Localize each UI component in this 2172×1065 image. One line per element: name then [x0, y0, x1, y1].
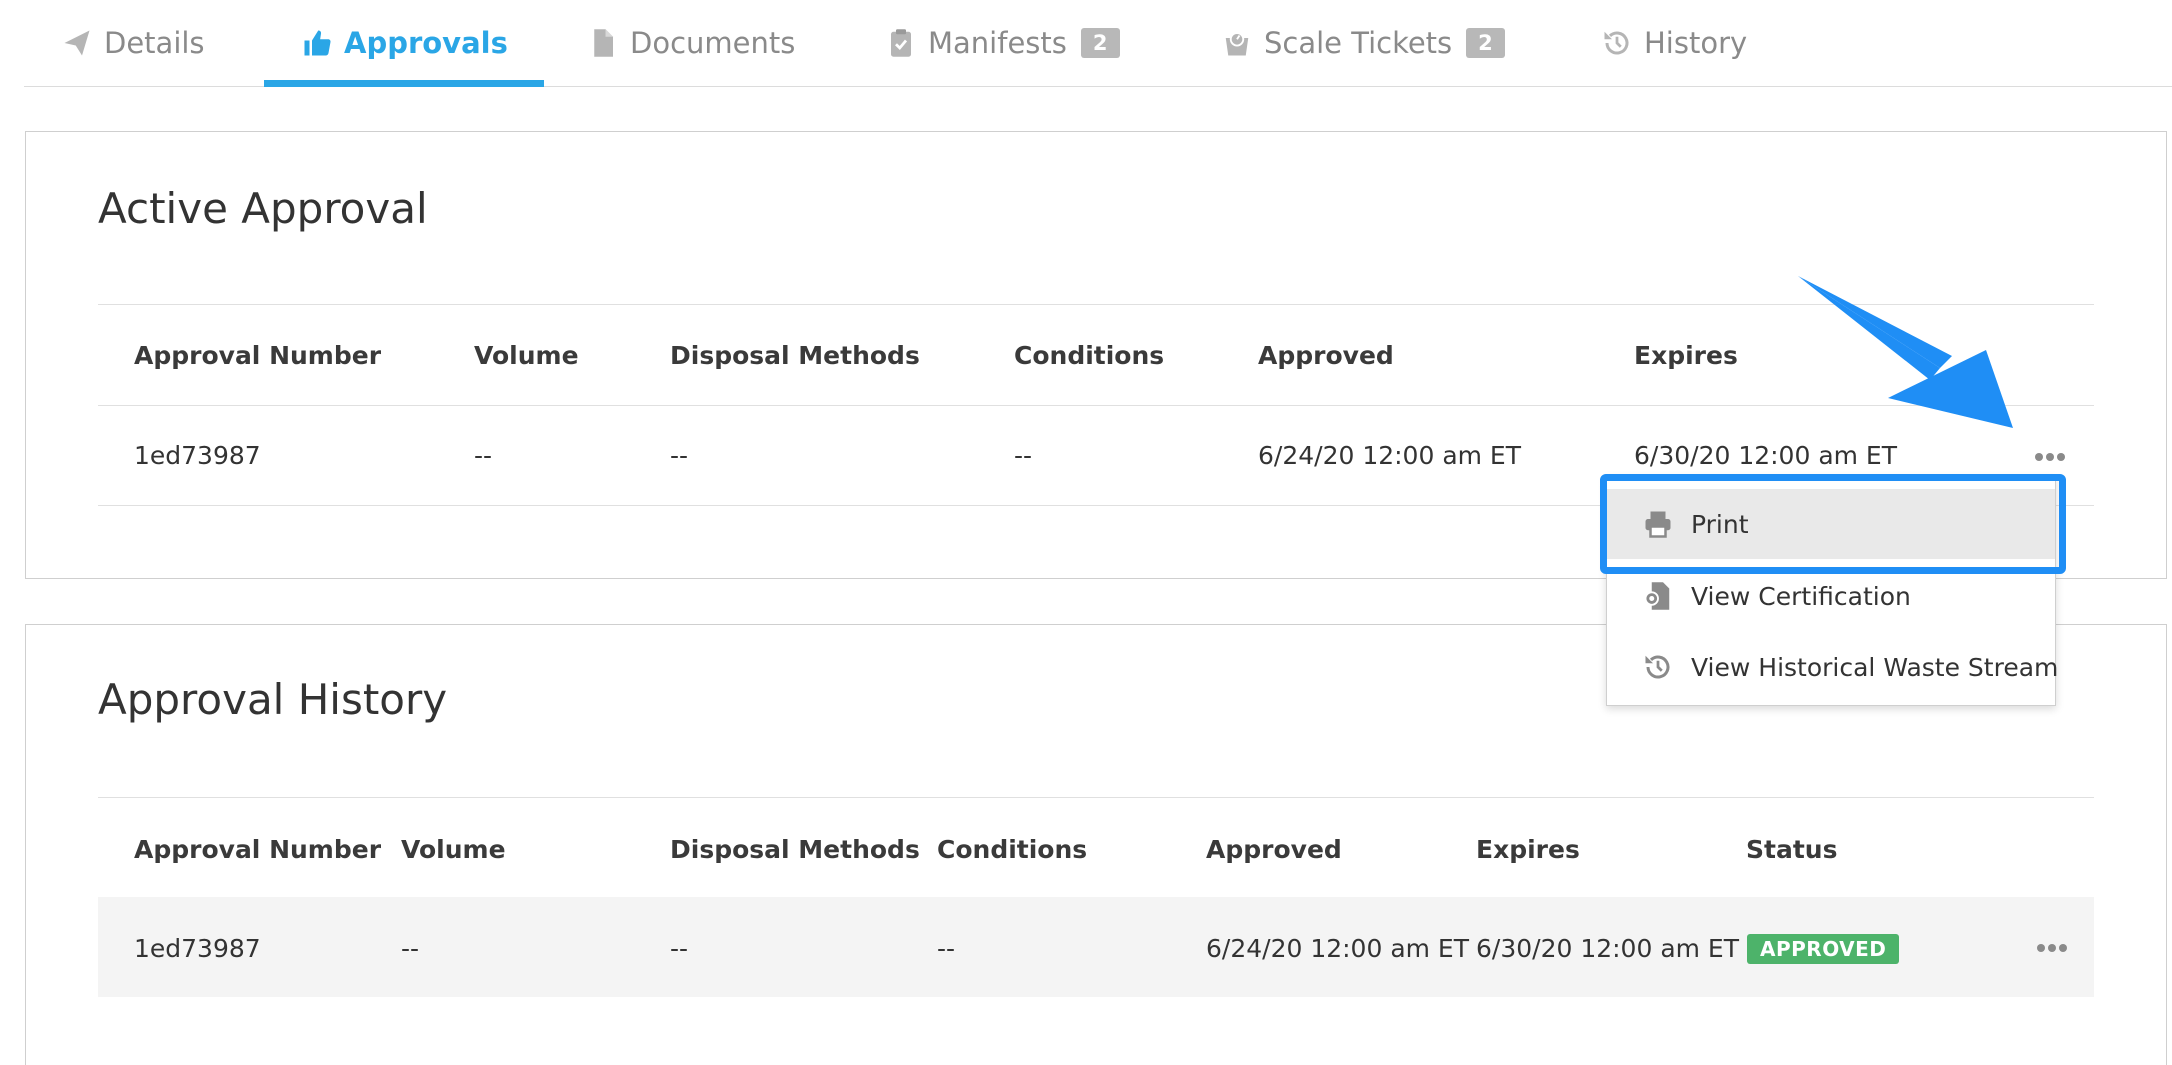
tab-label: History	[1644, 26, 1748, 60]
menu-item-label: View Certification	[1691, 581, 1911, 611]
tab-history[interactable]: History	[1602, 0, 1747, 86]
volume: --	[401, 934, 420, 963]
approval-number: 1ed73987	[134, 934, 261, 963]
card-title: Active Approval	[98, 184, 428, 233]
conditions: --	[1014, 441, 1033, 470]
tab-label: Documents	[630, 26, 796, 60]
thumbs-up-icon	[302, 28, 332, 58]
volume: --	[474, 441, 493, 470]
tab-documents[interactable]: Documents	[588, 0, 795, 86]
history-icon	[1602, 28, 1632, 58]
clipboard-check-icon	[886, 28, 916, 58]
column-header: Approval Number	[134, 341, 382, 370]
more-options-icon[interactable]	[2034, 448, 2066, 467]
column-header: Conditions	[1014, 341, 1165, 370]
more-options-icon[interactable]	[2036, 939, 2068, 958]
column-header: Volume	[474, 341, 579, 370]
card-title: Approval History	[98, 675, 448, 724]
column-header: Status	[1746, 835, 1838, 864]
tab-bar: Details Approvals Documents Manifests 2 …	[24, 0, 2172, 87]
tab-scale-tickets[interactable]: Scale Tickets 2	[1222, 0, 1505, 86]
tab-manifests[interactable]: Manifests 2	[886, 0, 1120, 86]
column-header: Conditions	[937, 835, 1088, 864]
expires-date: 6/30/20 12:00 am ET	[1634, 441, 1898, 470]
scale-icon	[1222, 28, 1252, 58]
tab-label: Scale Tickets	[1264, 26, 1453, 60]
tab-approvals[interactable]: Approvals	[264, 0, 544, 87]
document-icon	[588, 28, 618, 58]
conditions: --	[937, 934, 956, 963]
annotation-arrow-icon	[1790, 268, 2040, 442]
history-icon	[1643, 652, 1673, 682]
approved-date: 6/24/20 12:00 am ET	[1258, 441, 1522, 470]
menu-item-view-historical-waste-stream[interactable]: View Historical Waste Stream	[1607, 632, 2059, 702]
divider	[98, 797, 2094, 798]
column-header: Expires	[1476, 835, 1580, 864]
highlight-box	[1600, 474, 2066, 574]
scale-tickets-count-badge: 2	[1466, 28, 1505, 58]
expires-date: 6/30/20 12:00 am ET	[1476, 934, 1740, 963]
column-header: Expires	[1634, 341, 1738, 370]
column-header: Approval Number	[134, 835, 382, 864]
tab-details[interactable]: Details	[62, 0, 205, 86]
tab-label: Manifests	[928, 26, 1067, 60]
column-header: Approved	[1206, 835, 1342, 864]
column-header: Disposal Methods	[670, 835, 920, 864]
manifests-count-badge: 2	[1080, 28, 1120, 58]
approved-date: 6/24/20 12:00 am ET	[1206, 934, 1470, 963]
status-badge: APPROVED	[1747, 934, 1900, 964]
disposal-methods: --	[670, 441, 689, 470]
menu-item-label: View Historical Waste Stream	[1691, 652, 2059, 682]
tab-label: Details	[104, 26, 205, 60]
paper-plane-icon	[62, 28, 92, 58]
certificate-icon	[1643, 581, 1673, 611]
disposal-methods: --	[670, 934, 689, 963]
approval-number: 1ed73987	[134, 441, 261, 470]
column-header: Volume	[401, 835, 506, 864]
tab-label: Approvals	[344, 26, 508, 60]
column-header: Disposal Methods	[670, 341, 920, 370]
column-header: Approved	[1258, 341, 1394, 370]
